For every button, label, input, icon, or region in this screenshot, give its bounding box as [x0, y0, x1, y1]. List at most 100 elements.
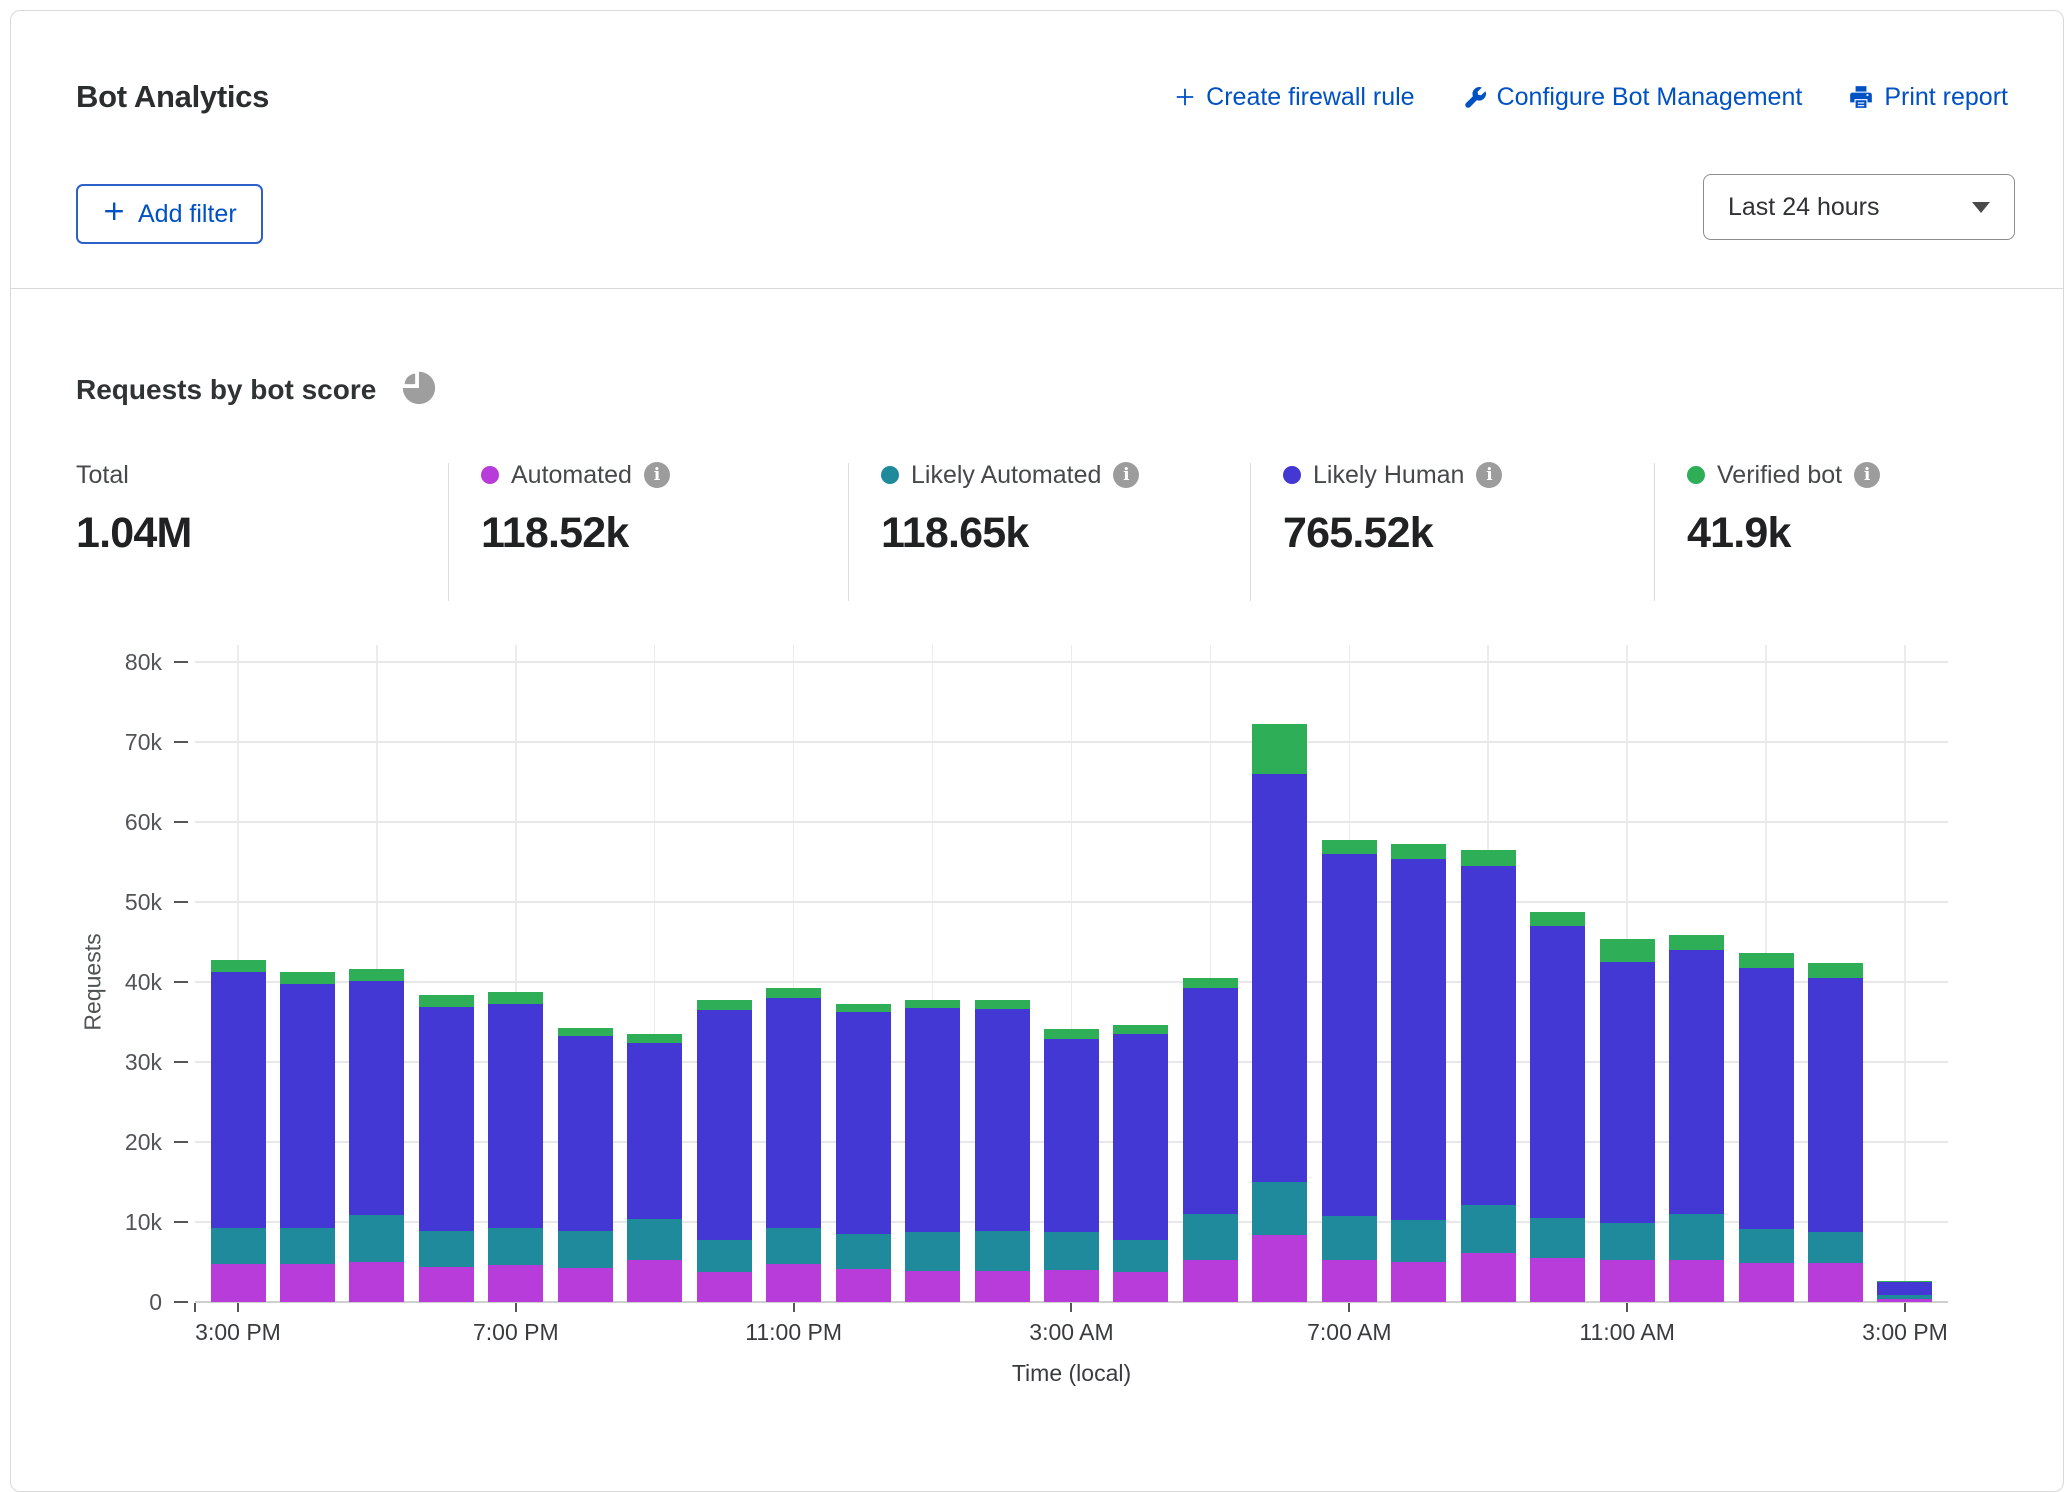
bar-segment-likely-human: [766, 998, 821, 1228]
stat-automated[interactable]: Automated i 118.52k: [481, 459, 670, 558]
time-range-select[interactable]: Last 24 hours: [1703, 174, 2015, 240]
stat-verified-bot[interactable]: Verified bot i 41.9k: [1687, 459, 1880, 558]
printer-icon: [1848, 84, 1874, 110]
bar-segment-likely-automated: [627, 1219, 682, 1260]
stat-likely-human-value: 765.52k: [1283, 509, 1502, 558]
bar[interactable]: [975, 1000, 1030, 1302]
bar-segment-verified-bot: [766, 988, 821, 998]
bar-segment-likely-human: [1113, 1034, 1168, 1240]
bar[interactable]: [1252, 724, 1307, 1302]
bar[interactable]: [558, 1028, 613, 1302]
bar[interactable]: [1877, 1281, 1932, 1302]
print-report-link[interactable]: Print report: [1848, 83, 2008, 112]
bar[interactable]: [419, 995, 474, 1302]
print-report-label: Print report: [1884, 83, 2008, 112]
time-range-value: Last 24 hours: [1728, 193, 1880, 222]
bar-segment-likely-human: [1461, 866, 1516, 1205]
bar-segment-automated: [1530, 1258, 1585, 1302]
bar-segment-automated: [1808, 1263, 1863, 1302]
bar-segment-verified-bot: [419, 995, 474, 1007]
bar-segment-likely-automated: [558, 1231, 613, 1268]
bar[interactable]: [1669, 935, 1724, 1302]
stat-likely-human[interactable]: Likely Human i 765.52k: [1283, 459, 1502, 558]
bar-segment-likely-human: [1252, 774, 1307, 1182]
bar-segment-likely-automated: [1808, 1232, 1863, 1263]
bar-segment-automated: [1322, 1260, 1377, 1302]
bar[interactable]: [488, 992, 543, 1302]
bar-segment-verified-bot: [1044, 1029, 1099, 1039]
stat-likely-automated-value: 118.65k: [881, 509, 1139, 558]
bar-segment-likely-automated: [975, 1231, 1030, 1271]
stat-divider: [1654, 463, 1655, 601]
bar[interactable]: [1044, 1029, 1099, 1302]
bar-segment-likely-human: [697, 1010, 752, 1240]
bar[interactable]: [1183, 978, 1238, 1302]
bar[interactable]: [1600, 939, 1655, 1302]
page-title: Bot Analytics: [76, 79, 269, 115]
plus-icon: [102, 199, 126, 230]
bar[interactable]: [1461, 850, 1516, 1302]
bar-segment-likely-automated: [280, 1228, 335, 1264]
bar[interactable]: [211, 960, 266, 1302]
info-icon[interactable]: i: [644, 462, 670, 488]
bar-segment-verified-bot: [697, 1000, 752, 1010]
bar-segment-likely-human: [1322, 854, 1377, 1216]
wrench-icon: [1461, 84, 1487, 110]
info-icon[interactable]: i: [1854, 462, 1880, 488]
bar[interactable]: [1808, 963, 1863, 1302]
stat-divider: [448, 463, 449, 601]
bar-segment-automated: [905, 1271, 960, 1302]
bar[interactable]: [1113, 1025, 1168, 1302]
bar-segment-verified-bot: [349, 969, 404, 981]
stat-total: Total 1.04M: [76, 459, 192, 558]
bar[interactable]: [349, 969, 404, 1302]
info-icon[interactable]: i: [1113, 462, 1139, 488]
pie-chart-icon: [398, 367, 438, 412]
bar[interactable]: [1391, 844, 1446, 1302]
bar-segment-verified-bot: [1530, 912, 1585, 926]
bar[interactable]: [280, 972, 335, 1302]
plus-icon: [1174, 86, 1196, 108]
bar[interactable]: [1739, 953, 1794, 1302]
stat-automated-value: 118.52k: [481, 509, 670, 558]
bar[interactable]: [1530, 912, 1585, 1302]
bar-segment-likely-automated: [1183, 1214, 1238, 1260]
bar[interactable]: [766, 988, 821, 1302]
bar-segment-automated: [836, 1269, 891, 1302]
bar-segment-automated: [1600, 1260, 1655, 1302]
bar-segment-likely-automated: [1113, 1240, 1168, 1272]
create-firewall-rule-link[interactable]: Create firewall rule: [1174, 83, 1414, 112]
bar-segment-likely-human: [1600, 962, 1655, 1223]
bar[interactable]: [836, 1004, 891, 1302]
stat-divider: [1250, 463, 1251, 601]
configure-bot-management-label: Configure Bot Management: [1497, 83, 1803, 112]
add-filter-button[interactable]: Add filter: [76, 184, 263, 244]
bar-segment-verified-bot: [1183, 978, 1238, 988]
bar-segment-likely-human: [558, 1036, 613, 1230]
bar-segment-verified-bot: [1739, 953, 1794, 968]
bar-segment-automated: [419, 1267, 474, 1302]
bar-segment-likely-automated: [349, 1215, 404, 1262]
info-icon[interactable]: i: [1476, 462, 1502, 488]
bar[interactable]: [697, 1000, 752, 1302]
bar-segment-likely-automated: [1739, 1229, 1794, 1263]
bar-segment-automated: [1183, 1260, 1238, 1302]
bar-segment-likely-human: [1044, 1039, 1099, 1233]
bar-segment-automated: [1044, 1270, 1099, 1302]
bar-segment-verified-bot: [1808, 963, 1863, 978]
bar-segment-likely-automated: [211, 1228, 266, 1264]
bar[interactable]: [627, 1034, 682, 1302]
bar-segment-likely-human: [1669, 950, 1724, 1214]
stat-likely-human-label: Likely Human: [1313, 461, 1464, 490]
stat-likely-automated[interactable]: Likely Automated i 118.65k: [881, 459, 1139, 558]
bar[interactable]: [905, 1000, 960, 1302]
stat-verified-bot-label: Verified bot: [1717, 461, 1842, 490]
stat-total-value: 1.04M: [76, 509, 192, 558]
configure-bot-management-link[interactable]: Configure Bot Management: [1461, 83, 1803, 112]
verified-bot-dot-icon: [1687, 466, 1705, 484]
bar[interactable]: [1322, 840, 1377, 1302]
bar-segment-automated: [1252, 1235, 1307, 1302]
add-filter-label: Add filter: [138, 200, 237, 229]
bar-segment-likely-human: [1739, 968, 1794, 1229]
bar-segment-verified-bot: [280, 972, 335, 983]
